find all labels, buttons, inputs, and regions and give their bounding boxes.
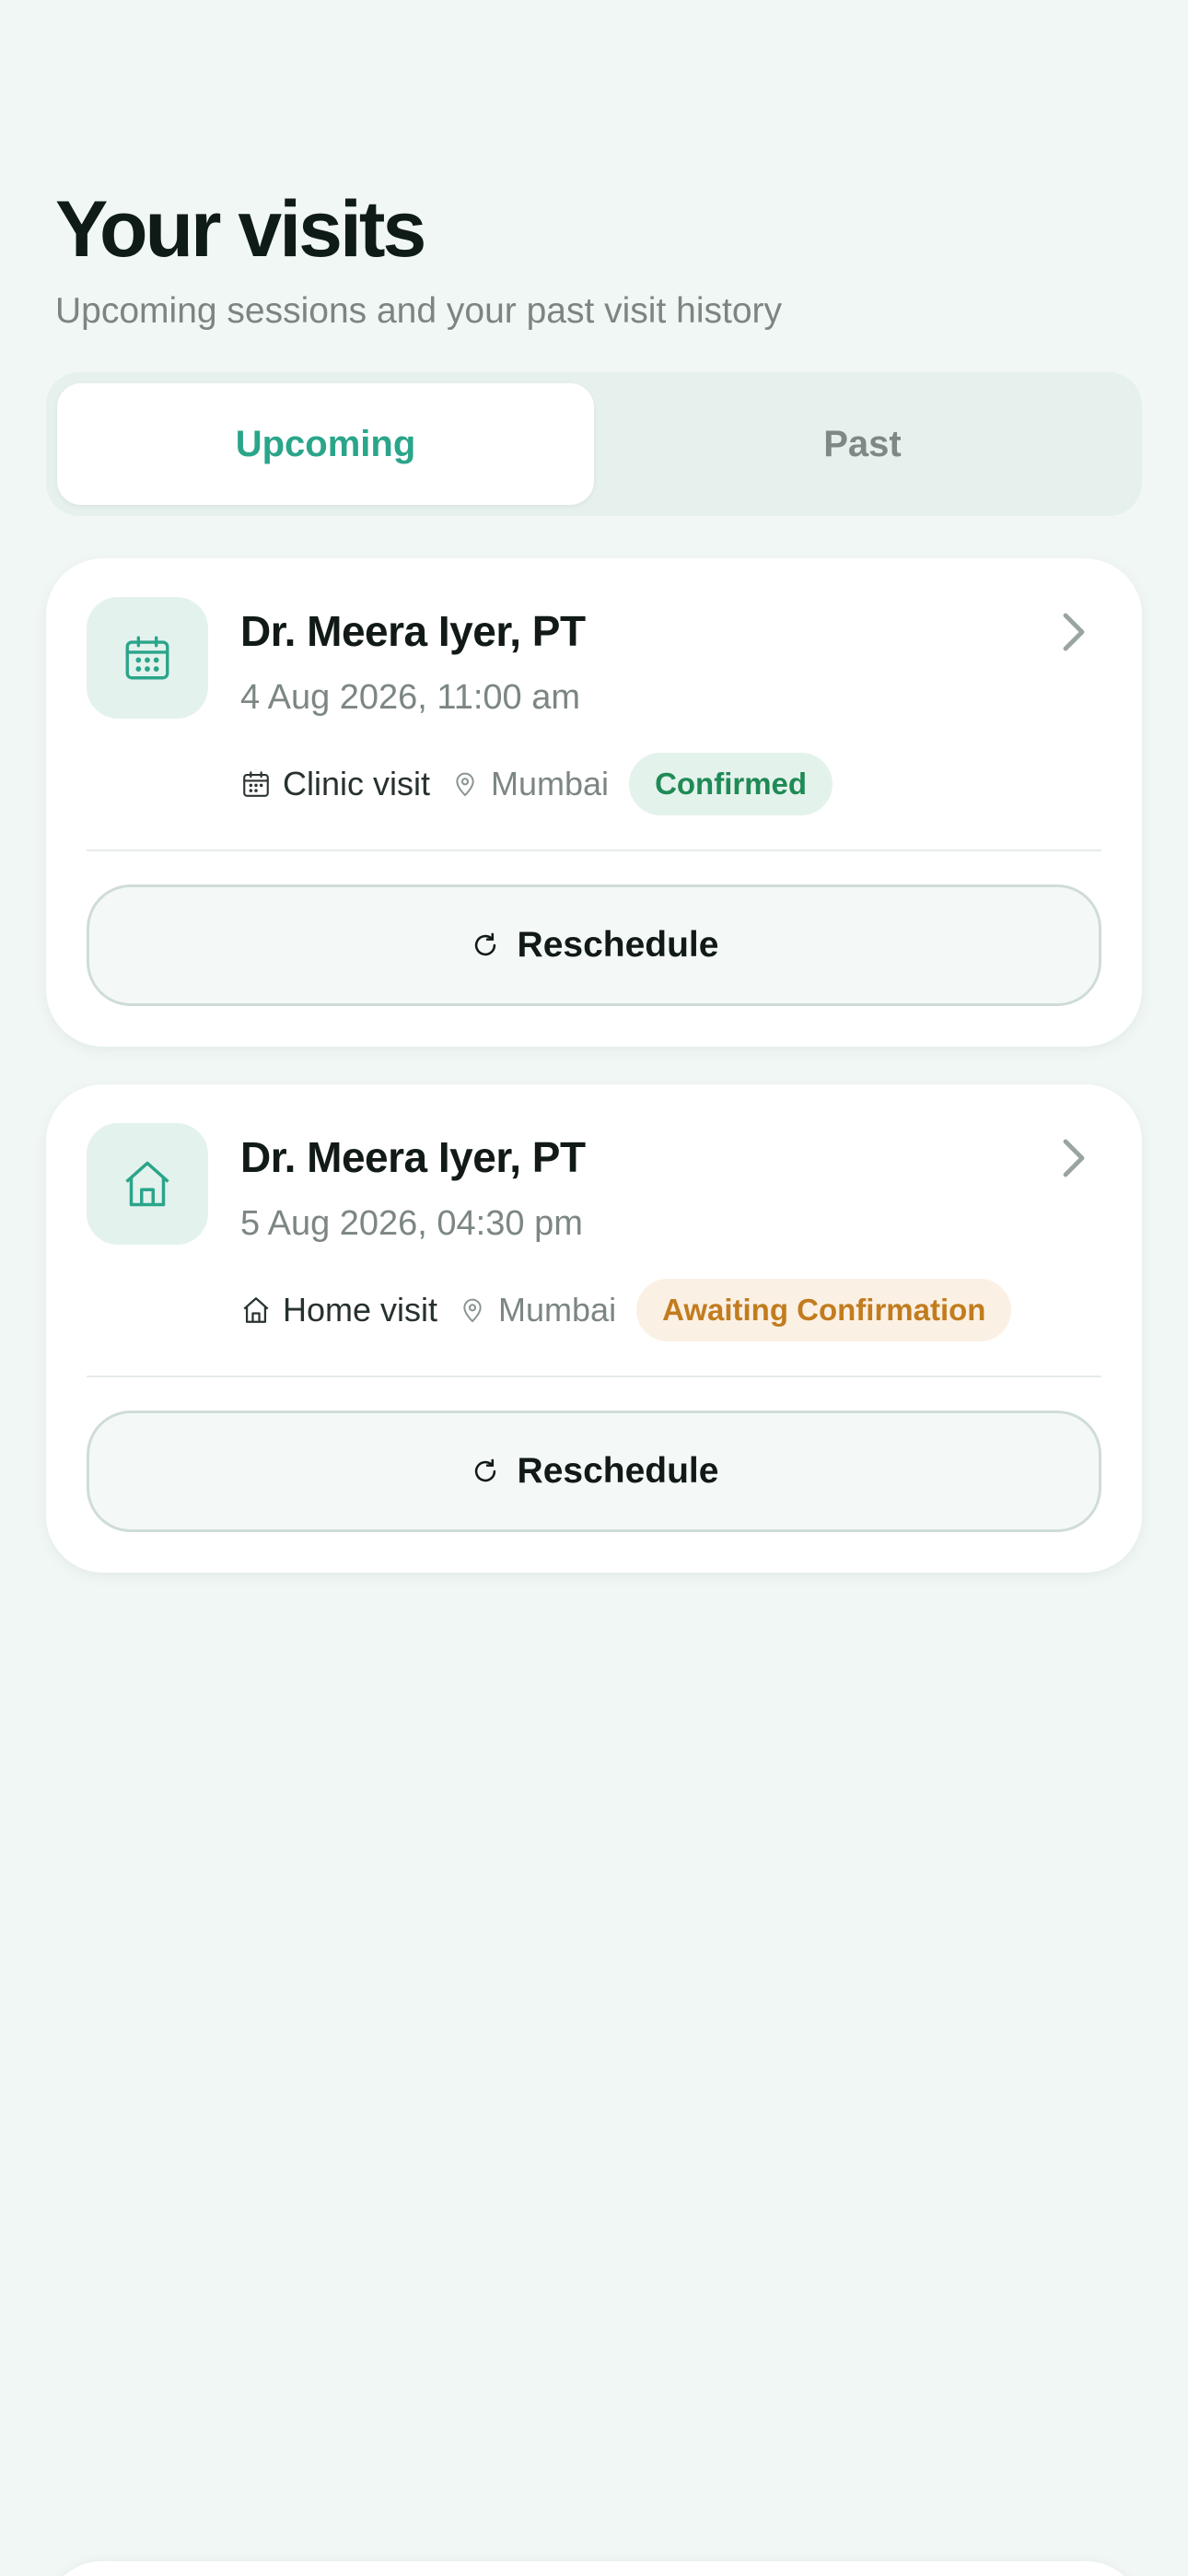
chevron-right-icon[interactable] [1057,1136,1090,1180]
visit-card[interactable]: Dr. Meera Iyer, PT 5 Aug 2026, 04:30 pm … [46,1084,1142,1573]
page-title: Your visits [55,185,426,274]
visit-type-icon-box [87,597,208,719]
tab-upcoming[interactable]: Upcoming [57,383,594,505]
visit-type: Clinic visit [240,765,430,803]
home-icon [243,1297,269,1323]
visit-city: Mumbai [491,765,610,802]
visit-type-label: Clinic visit [283,765,431,802]
reschedule-label: Reschedule [517,925,719,965]
doctor-name: Dr. Meera Iyer, PT [240,1133,586,1181]
doctor-name: Dr. Meera Iyer, PT [240,607,586,655]
bottom-sheet [46,2561,1142,2576]
visit-datetime: 4 Aug 2026, 11:00 am [240,678,581,717]
visit-card[interactable]: Dr. Meera Iyer, PT 4 Aug 2026, 11:00 am … [46,558,1142,1047]
visits-tab-switcher: Upcoming Past [46,372,1142,516]
visit-type: Home visit [240,1291,437,1329]
visit-city: Mumbai [498,1291,617,1329]
visit-type-label: Home visit [283,1291,438,1329]
visit-meta: Clinic visit Mumbai Confirmed [240,752,833,816]
reschedule-label: Reschedule [517,1451,719,1491]
visit-datetime: 5 Aug 2026, 04:30 pm [240,1204,583,1243]
card-divider [87,1376,1101,1377]
visit-location: Mumbai [450,765,609,803]
visit-location: Mumbai [458,1291,616,1329]
home-icon [125,1161,169,1207]
reschedule-button[interactable]: Reschedule [87,1411,1101,1532]
calendar-icon [125,636,169,680]
location-pin-icon [456,772,474,797]
refresh-icon [474,1458,495,1482]
reschedule-button[interactable]: Reschedule [87,884,1101,1006]
tab-past[interactable]: Past [594,383,1131,505]
calendar-icon [243,771,269,797]
chevron-right-icon[interactable] [1057,610,1090,654]
location-pin-icon [463,1298,482,1323]
refresh-icon [474,932,495,956]
visits-page: Your visits Upcoming sessions and your p… [0,0,1188,2576]
status-badge: Awaiting Confirmation [636,1279,1012,1341]
card-divider [87,849,1101,851]
status-badge: Confirmed [629,753,833,815]
visit-type-icon-box [87,1123,208,1245]
page-subtitle: Upcoming sessions and your past visit hi… [55,291,783,331]
visit-meta: Home visit Mumbai Awaiting Confirmation [240,1278,1012,1342]
